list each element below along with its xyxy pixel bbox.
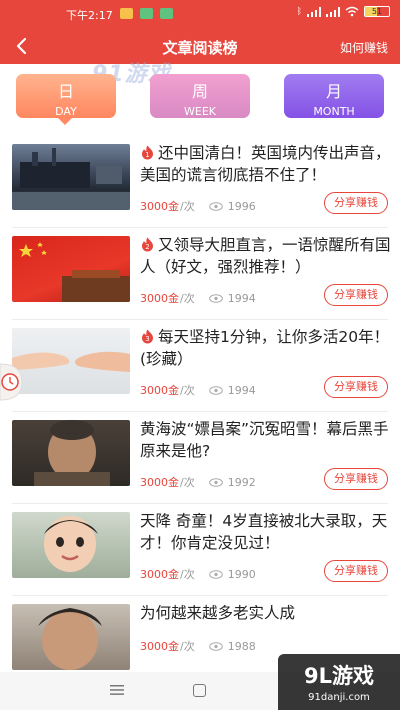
article-title-text: 为何越来越多老实人成 — [140, 604, 296, 622]
nav-row: 文章阅读榜 如何赚钱 — [0, 30, 400, 62]
tab-week[interactable]: 周 WEEK — [150, 74, 250, 118]
article-title-text: 天降 奇童！4岁直接被北大录取，天才！你肯定没见过！ — [140, 512, 388, 552]
eye-icon — [208, 293, 223, 303]
article-meta: 3000金/次 1992 — [140, 474, 256, 490]
tab-month[interactable]: 月 MONTH — [284, 74, 384, 118]
list-item[interactable]: 天降 奇童！4岁直接被北大录取，天才！你肯定没见过！ 3000金/次 1990 … — [12, 504, 388, 596]
wifi-icon — [345, 6, 359, 17]
article-thumbnail — [12, 144, 130, 210]
home-button-icon[interactable] — [193, 684, 206, 697]
list-item[interactable]: 1 还中国清白！英国境内传出声音，美国的谎言彻底捂不住了！ 3000金/次 199… — [12, 136, 391, 228]
article-meta: 3000金/次 1990 — [140, 566, 256, 582]
eye-icon — [208, 385, 223, 395]
tab-week-en: WEEK — [184, 105, 216, 118]
tab-month-en: MONTH — [313, 105, 355, 118]
article-thumbnail — [12, 420, 130, 486]
reward-unit: /次 — [180, 640, 195, 653]
watermark-url: 91danji.com — [308, 692, 370, 703]
svg-text:2: 2 — [145, 243, 149, 251]
bluetooth-icon: ᛒ — [296, 6, 302, 17]
article-title: 黄海波“嫖昌案”沉冤昭雪！幕后黑手原来是他? — [140, 418, 392, 462]
period-tabs: 日 DAY 周 WEEK 月 MONTH — [0, 66, 400, 126]
notification-icon — [120, 8, 133, 19]
list-item[interactable]: 3 每天坚持1分钟，让你多活20年！(珍藏） 3000金/次 1994 分享赚钱 — [12, 320, 389, 412]
svg-text:1: 1 — [145, 151, 149, 159]
watermark-logo: 9L游戏 — [304, 664, 374, 688]
article-title: 为何越来越多老实人成 — [140, 602, 392, 624]
article-meta: 3000金/次 1994 — [140, 382, 256, 398]
status-bar: 下午2:17 ᛒ 51 — [0, 0, 400, 26]
share-earn-button[interactable]: 分享赚钱 — [324, 468, 388, 490]
view-count: 1994 — [227, 383, 256, 397]
reward-unit: /次 — [180, 476, 195, 489]
reward-amount: 3000金 — [140, 568, 179, 581]
article-title: 3 每天坚持1分钟，让你多活20年！(珍藏） — [140, 326, 392, 370]
svg-text:3: 3 — [145, 335, 149, 343]
floating-timer-icon[interactable] — [0, 360, 26, 404]
share-earn-button[interactable]: 分享赚钱 — [324, 560, 388, 582]
reward-amount: 3000金 — [140, 292, 179, 305]
eye-icon — [208, 201, 223, 211]
tab-day-en: DAY — [55, 105, 77, 118]
header: 下午2:17 ᛒ 51 文章阅读榜 如何赚钱 — [0, 0, 400, 64]
view-count: 1996 — [227, 199, 256, 213]
view-count: 1990 — [227, 567, 256, 581]
article-meta: 3000金/次 1988 — [140, 638, 256, 654]
list-item[interactable]: 2 又领导大胆直言，一语惊醒所有国人（好文，强烈推荐！） 3000金/次 1994… — [12, 228, 391, 320]
eye-icon — [208, 641, 223, 651]
eye-icon — [208, 477, 223, 487]
article-thumbnail — [12, 604, 130, 670]
article-meta: 3000金/次 1994 — [140, 290, 256, 306]
share-earn-button[interactable]: 分享赚钱 — [324, 376, 388, 398]
status-right: ᛒ 51 — [297, 6, 390, 17]
article-title: 天降 奇童！4岁直接被北大录取，天才！你肯定没见过！ — [140, 510, 392, 554]
notification-icon — [160, 8, 173, 19]
article-thumbnail — [12, 236, 130, 302]
battery-level: 51 — [371, 7, 383, 16]
article-thumbnail — [12, 512, 130, 578]
reward-amount: 3000金 — [140, 640, 179, 653]
view-count: 1994 — [227, 291, 256, 305]
eye-icon — [208, 569, 223, 579]
article-title: 2 又领导大胆直言，一语惊醒所有国人（好文，强烈推荐！） — [140, 234, 392, 278]
reward-unit: /次 — [180, 292, 195, 305]
share-earn-button[interactable]: 分享赚钱 — [324, 284, 388, 306]
signal-icon — [326, 6, 340, 17]
article-title: 1 还中国清白！英国境内传出声音，美国的谎言彻底捂不住了！ — [140, 142, 392, 186]
share-earn-button[interactable]: 分享赚钱 — [324, 192, 388, 214]
tab-day-label: 日 — [57, 82, 74, 101]
article-title-text: 还中国清白！英国境内传出声音，美国的谎言彻底捂不住了！ — [140, 144, 391, 184]
reward-unit: /次 — [180, 568, 195, 581]
reward-unit: /次 — [180, 200, 195, 213]
rank-flame-icon: 3 — [142, 329, 153, 344]
app-screen: 下午2:17 ᛒ 51 文章阅读榜 如何赚钱 91游戏 日 DAY 周 WEEK… — [0, 0, 400, 710]
notification-icon — [140, 8, 153, 19]
tab-month-label: 月 — [325, 82, 342, 101]
article-title-text: 又领导大胆直言，一语惊醒所有国人（好文，强烈推荐！） — [140, 236, 391, 276]
reward-amount: 3000金 — [140, 476, 179, 489]
reward-amount: 3000金 — [140, 384, 179, 397]
reward-unit: /次 — [180, 384, 195, 397]
article-thumbnail — [12, 328, 130, 394]
rank-flame-icon: 2 — [142, 237, 153, 252]
list-item[interactable]: 黄海波“嫖昌案”沉冤昭雪！幕后黑手原来是他? 3000金/次 1992 分享赚钱 — [12, 412, 389, 504]
article-meta: 3000金/次 1996 — [140, 198, 256, 214]
view-count: 1992 — [227, 475, 256, 489]
article-title-text: 每天坚持1分钟，让你多活20年！(珍藏） — [140, 328, 390, 368]
active-tab-pointer — [58, 118, 72, 125]
rank-flame-icon: 1 — [142, 145, 153, 160]
watermark-badge: 9L游戏 91danji.com — [278, 654, 400, 710]
view-count: 1988 — [227, 639, 256, 653]
how-to-earn-link[interactable]: 如何赚钱 — [340, 39, 388, 56]
reward-amount: 3000金 — [140, 200, 179, 213]
status-time: 下午2:17 — [66, 9, 113, 22]
signal-icon — [307, 6, 321, 17]
article-title-text: 黄海波“嫖昌案”沉冤昭雪！幕后黑手原来是他? — [140, 420, 389, 460]
battery-icon: 51 — [364, 6, 390, 17]
tab-day[interactable]: 日 DAY — [16, 74, 116, 118]
menu-icon[interactable] — [110, 685, 124, 695]
tab-week-label: 周 — [191, 82, 208, 101]
